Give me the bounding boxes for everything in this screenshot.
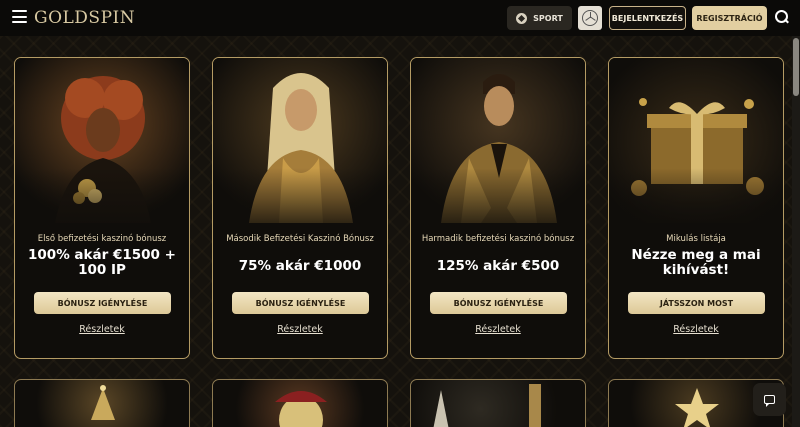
- promo-card-first-deposit: Első befizetési kaszinó bónusz 100% akár…: [14, 57, 190, 359]
- promo-title: 125% akár €500: [436, 258, 560, 274]
- top-bar: GOLDSPIN SPORT BEJELENTKEZÉS REGISZTRÁCI…: [0, 0, 800, 36]
- claim-bonus-button[interactable]: BÓNUSZ IGÉNYLÉSE: [232, 292, 369, 314]
- promo-subtitle: Harmadik befizetési kaszinó bónusz: [421, 234, 575, 244]
- scrollbar-thumb[interactable]: [793, 38, 799, 96]
- details-link[interactable]: Részletek: [411, 324, 585, 335]
- details-link[interactable]: Részletek: [609, 324, 783, 335]
- promo-subtitle: Mikulás listája: [666, 234, 726, 244]
- promo-title: Nézze meg a mai kihívást!: [631, 247, 761, 278]
- mercedes-logo-icon: [582, 10, 598, 26]
- logo[interactable]: GOLDSPIN: [34, 8, 135, 28]
- promo-subtitle: Első befizetési kaszinó bónusz: [37, 234, 167, 244]
- mercedes-partner-button[interactable]: [578, 6, 602, 30]
- sport-button[interactable]: SPORT: [507, 6, 572, 30]
- search-icon[interactable]: [775, 10, 789, 25]
- image-fade: [609, 168, 783, 238]
- santa-woman-image: [275, 391, 327, 427]
- promo-title: 100% akár €1500 + 100 IP: [28, 247, 176, 278]
- champagne-image: [433, 384, 541, 427]
- login-button[interactable]: BEJELENTKEZÉS: [609, 6, 686, 30]
- christmas-tree-image: [91, 385, 115, 420]
- promo-card-santa-list: Mikulás listája Nézze meg a mai kihívást…: [608, 57, 784, 359]
- promo-card-row2-2[interactable]: [212, 379, 388, 427]
- hamburger-menu-icon[interactable]: [12, 10, 27, 23]
- promo-title: 75% akár €1000: [238, 258, 362, 274]
- details-link[interactable]: Részletek: [15, 324, 189, 335]
- promo-subtitle: Második Befizetési Kaszinó Bónusz: [226, 234, 374, 244]
- details-link[interactable]: Részletek: [213, 324, 387, 335]
- play-now-button[interactable]: JÁTSSZON MOST: [628, 292, 765, 314]
- image-fade: [411, 168, 585, 238]
- sport-label: SPORT: [533, 13, 563, 23]
- page-scrollbar[interactable]: [792, 36, 800, 427]
- sport-ball-icon: [516, 12, 528, 24]
- promo-card-third-deposit: Harmadik befizetési kaszinó bónusz 125% …: [410, 57, 586, 359]
- live-chat-button[interactable]: [753, 383, 786, 416]
- claim-bonus-button[interactable]: BÓNUSZ IGÉNYLÉSE: [430, 292, 567, 314]
- register-button[interactable]: REGISZTRÁCIÓ: [692, 6, 767, 30]
- promo-card-row2-1[interactable]: [14, 379, 190, 427]
- image-fade: [15, 168, 189, 238]
- image-fade: [213, 168, 387, 238]
- chat-bubble-icon: [764, 395, 775, 407]
- promo-card-row2-3[interactable]: [410, 379, 586, 427]
- claim-bonus-button[interactable]: BÓNUSZ IGÉNYLÉSE: [34, 292, 171, 314]
- promo-card-second-deposit: Második Befizetési Kaszinó Bónusz 75% ak…: [212, 57, 388, 359]
